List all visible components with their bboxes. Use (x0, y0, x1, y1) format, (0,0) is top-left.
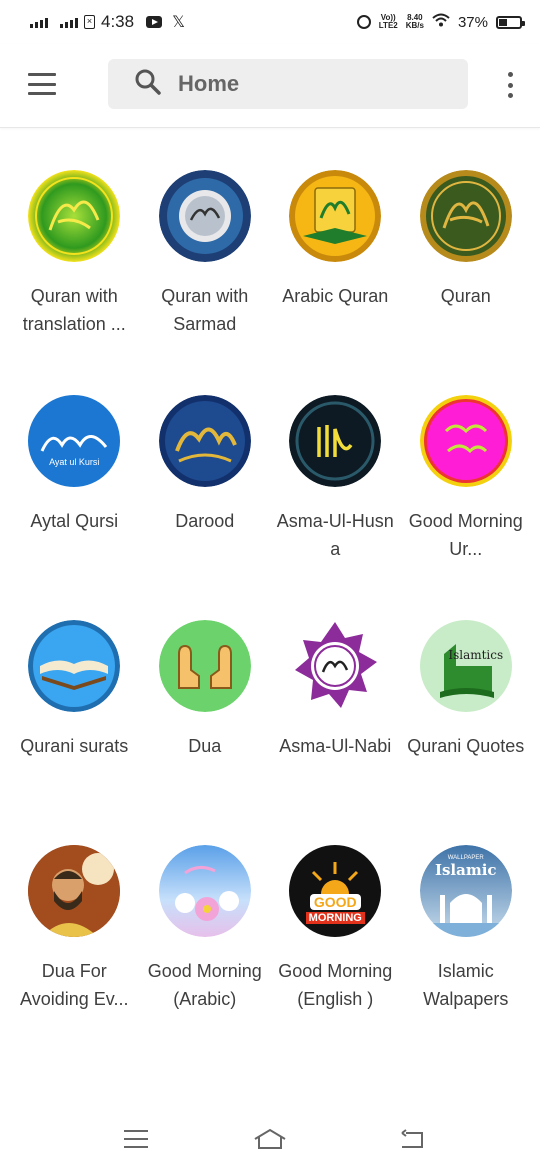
app-tile-darood[interactable]: Darood (140, 395, 271, 620)
app-label: Good Morning(Arabic) (147, 961, 262, 1009)
app-label: Quran (440, 286, 491, 306)
signal-2-icon (60, 16, 78, 28)
app-label: Asma-Ul-Nabi (279, 736, 392, 756)
status-bar: × 4:38 𝕏 Vo)) LTE2 8.40 KB/s 37% (0, 0, 540, 44)
battery-icon (496, 15, 525, 29)
app-label: Quran with Sarmad (161, 286, 249, 334)
app-label: Arabic Quran (282, 286, 389, 306)
search-icon[interactable] (134, 68, 162, 101)
arabic-quran-icon[interactable] (289, 170, 382, 262)
kebab-menu-icon[interactable] (506, 72, 514, 98)
app-label: Good Morning Ur... (408, 511, 523, 559)
app-label: Darood (175, 511, 235, 531)
lte-label: LTE2 (378, 21, 398, 30)
network-speed-unit: KB/s (405, 21, 424, 30)
quran-icon[interactable] (419, 170, 512, 262)
youtube-icon (146, 16, 163, 28)
battery-percent: 37% (457, 13, 488, 31)
app-tile-qurani-surats[interactable]: Qurani surats (9, 620, 140, 845)
quran-sarmad-icon[interactable] (158, 170, 251, 262)
app-tile-quran[interactable]: Quran (401, 170, 532, 395)
app-label: Good Morning(English ) (278, 961, 393, 1009)
good-morning-english-icon[interactable]: GOOD MORNING (289, 845, 382, 937)
app-tile-ayat-ul-kursi[interactable]: Ayat ul Kursi Aytal Qursi (9, 395, 140, 620)
hamburger-menu-icon[interactable] (28, 73, 56, 95)
app-label: Islamic Walpapers (423, 961, 509, 1009)
recents-menu-icon[interactable] (116, 1124, 156, 1154)
good-morning-arabic-icon[interactable] (158, 845, 251, 937)
asma-ul-husna-icon[interactable] (289, 395, 382, 487)
app-tile-good-morning-arabic[interactable]: Good Morning(Arabic) (140, 845, 271, 1070)
darood-icon[interactable] (158, 395, 251, 487)
app-label: Qurani Quotes (407, 736, 525, 756)
islamtics-badge: Islamtics (448, 648, 504, 662)
system-nav-bar (0, 1112, 540, 1170)
app-label: Dua (188, 736, 222, 756)
back-icon[interactable] (392, 1124, 432, 1154)
app-tile-asma-ul-husna[interactable]: Asma-Ul-Husna (270, 395, 401, 620)
search-bar[interactable]: Home (108, 59, 468, 109)
app-label: Qurani surats (20, 736, 129, 756)
alarm-icon (356, 15, 371, 29)
sim-error-icon: × (84, 15, 95, 29)
app-tile-arabic-quran[interactable]: Arabic Quran (270, 170, 401, 395)
quran-translation-icon[interactable] (28, 170, 121, 262)
dua-avoiding-evil-icon[interactable] (28, 845, 121, 937)
home-icon[interactable] (250, 1124, 290, 1154)
good-badge: GOOD (309, 894, 361, 910)
app-tile-qurani-quotes[interactable]: Islamtics Qurani Quotes (401, 620, 532, 845)
app-tile-good-morning-english[interactable]: GOOD MORNING Good Morning(English ) (270, 845, 401, 1070)
app-tile-dua[interactable]: Dua (140, 620, 271, 845)
islamic-badge: Islamic (434, 861, 497, 879)
qurani-quotes-icon[interactable]: Islamtics (419, 620, 512, 712)
islamic-wallpapers-icon[interactable]: WALLPAPER Islamic (419, 845, 512, 937)
app-tile-quran-translation[interactable]: Quran with translation ... (9, 170, 140, 395)
status-time: 4:38 (101, 12, 135, 31)
wifi-icon (432, 13, 450, 31)
app-label: Asma-Ul-Husna (276, 511, 394, 559)
morning-badge: MORNING (305, 912, 365, 924)
x-icon: 𝕏 (172, 14, 185, 31)
app-tile-asma-ul-nabi[interactable]: Asma-Ul-Nabi (270, 620, 401, 845)
app-label: Quran with translation ... (22, 286, 126, 334)
app-label: Aytal Qursi (30, 511, 119, 531)
qurani-surats-icon[interactable] (28, 620, 121, 712)
asma-ul-nabi-icon[interactable] (289, 620, 382, 712)
page-title: Home (178, 71, 240, 96)
signal-1-icon (30, 16, 48, 28)
app-tile-dua-avoiding-evil[interactable]: Dua For Avoiding Ev... (9, 845, 140, 1070)
ayat-ul-kursi-icon[interactable]: Ayat ul Kursi (28, 395, 121, 487)
dua-hands-icon[interactable] (158, 620, 251, 712)
app-tile-good-morning-urdu[interactable]: Good Morning Ur... (401, 395, 532, 620)
good-morning-urdu-icon[interactable] (419, 395, 512, 487)
ayat-ul-kursi-badge: Ayat ul Kursi (49, 457, 100, 467)
app-tile-quran-sarmad[interactable]: Quran with Sarmad (140, 170, 271, 395)
app-label: Dua For Avoiding Ev... (20, 961, 129, 1009)
app-grid: Quran with translation ... Quran with Sa… (9, 170, 531, 1070)
app-tile-islamic-wallpapers[interactable]: WALLPAPER Islamic Islamic Walpapers (401, 845, 532, 1070)
app-bar: Home (0, 44, 540, 128)
